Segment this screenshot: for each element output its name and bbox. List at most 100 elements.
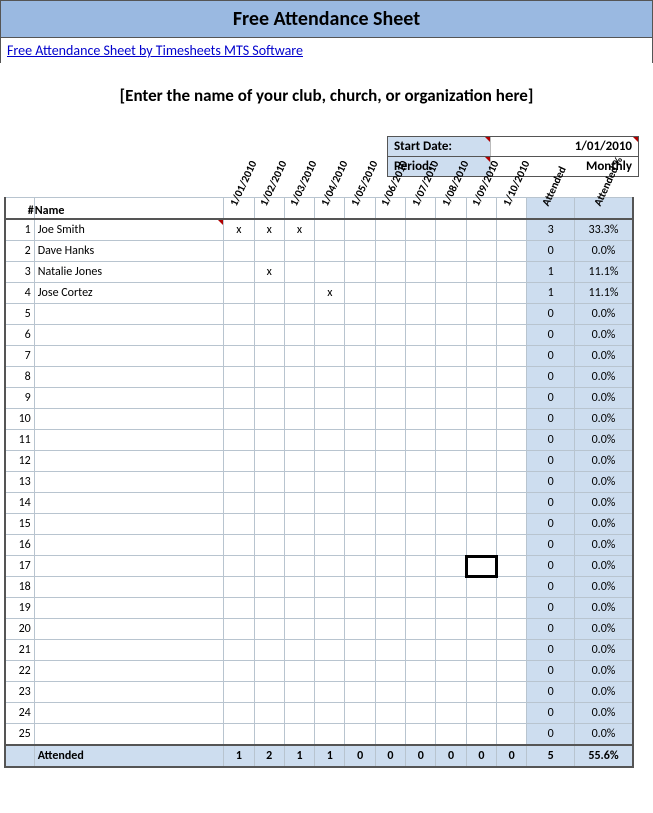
org-name-placeholder[interactable]: [Enter the name of your club, church, or…	[0, 85, 653, 106]
attendance-cell[interactable]	[224, 598, 254, 619]
attendance-cell[interactable]	[466, 283, 496, 304]
attendance-cell[interactable]: x	[315, 283, 345, 304]
attendance-cell[interactable]	[254, 388, 284, 409]
attendance-cell[interactable]	[345, 493, 375, 514]
row-name[interactable]	[34, 682, 223, 703]
attendance-cell[interactable]	[284, 661, 314, 682]
attendance-cell[interactable]	[406, 556, 436, 577]
row-name[interactable]	[34, 619, 223, 640]
attendance-cell[interactable]	[315, 598, 345, 619]
attendance-cell[interactable]	[436, 514, 466, 535]
attendance-cell[interactable]	[406, 682, 436, 703]
attendance-cell[interactable]	[497, 451, 527, 472]
attendance-cell[interactable]	[284, 451, 314, 472]
attendance-cell[interactable]	[315, 556, 345, 577]
attendance-cell[interactable]	[224, 640, 254, 661]
attendance-cell[interactable]	[345, 556, 375, 577]
table-row[interactable]: 900.0%	[5, 388, 633, 409]
attendance-cell[interactable]	[224, 388, 254, 409]
attendance-cell[interactable]	[284, 535, 314, 556]
attendance-cell[interactable]	[224, 619, 254, 640]
attendance-cell[interactable]	[345, 367, 375, 388]
attendance-cell[interactable]	[406, 367, 436, 388]
attendance-cell[interactable]	[436, 640, 466, 661]
attendance-cell[interactable]	[497, 241, 527, 262]
attendance-cell[interactable]	[406, 325, 436, 346]
attendance-cell[interactable]	[406, 241, 436, 262]
attendance-cell[interactable]	[436, 619, 466, 640]
attendance-cell[interactable]	[254, 409, 284, 430]
attendance-cell[interactable]	[284, 430, 314, 451]
attendance-cell[interactable]	[284, 598, 314, 619]
attendance-cell[interactable]	[406, 640, 436, 661]
attendance-cell[interactable]	[436, 388, 466, 409]
attendance-cell[interactable]	[497, 283, 527, 304]
attendance-cell[interactable]	[375, 661, 405, 682]
attendance-cell[interactable]	[466, 640, 496, 661]
table-row[interactable]: 2400.0%	[5, 703, 633, 724]
attendance-cell[interactable]	[284, 346, 314, 367]
attendance-cell[interactable]	[375, 262, 405, 283]
attendance-cell[interactable]	[436, 472, 466, 493]
attendance-cell[interactable]	[497, 556, 527, 577]
row-name[interactable]: Joe Smith	[34, 219, 223, 241]
attendance-cell[interactable]	[284, 640, 314, 661]
attendance-cell[interactable]	[466, 724, 496, 746]
attendance-cell[interactable]	[254, 682, 284, 703]
row-name[interactable]	[34, 388, 223, 409]
attendance-cell[interactable]	[375, 346, 405, 367]
attendance-cell[interactable]	[497, 388, 527, 409]
attendance-cell[interactable]	[497, 598, 527, 619]
software-link[interactable]: Free Attendance Sheet by Timesheets MTS …	[7, 42, 303, 59]
table-row[interactable]: 2Dave Hanks00.0%	[5, 241, 633, 262]
row-name[interactable]	[34, 661, 223, 682]
attendance-cell[interactable]	[466, 430, 496, 451]
table-row[interactable]: 1900.0%	[5, 598, 633, 619]
attendance-cell[interactable]	[436, 451, 466, 472]
attendance-cell[interactable]	[284, 682, 314, 703]
attendance-cell[interactable]	[315, 724, 345, 746]
attendance-cell[interactable]	[315, 451, 345, 472]
attendance-cell[interactable]	[315, 346, 345, 367]
attendance-cell[interactable]	[345, 262, 375, 283]
attendance-cell[interactable]	[466, 598, 496, 619]
row-name[interactable]	[34, 325, 223, 346]
attendance-cell[interactable]	[345, 430, 375, 451]
attendance-cell[interactable]	[436, 535, 466, 556]
attendance-cell[interactable]	[375, 556, 405, 577]
attendance-cell[interactable]	[375, 325, 405, 346]
attendance-cell[interactable]	[345, 514, 375, 535]
attendance-cell[interactable]	[406, 283, 436, 304]
table-row[interactable]: 1Joe Smithxxx333.3%	[5, 219, 633, 241]
attendance-cell[interactable]	[466, 619, 496, 640]
attendance-cell[interactable]: x	[254, 219, 284, 241]
table-row[interactable]: 1700.0%	[5, 556, 633, 577]
row-name[interactable]	[34, 724, 223, 746]
row-name[interactable]	[34, 367, 223, 388]
table-row[interactable]: 1800.0%	[5, 577, 633, 598]
attendance-cell[interactable]	[345, 598, 375, 619]
attendance-cell[interactable]	[497, 535, 527, 556]
attendance-cell[interactable]	[466, 367, 496, 388]
attendance-table[interactable]: # Name 1/01/2010 1/02/2010 1/03/2010 1/0…	[4, 197, 634, 768]
attendance-cell[interactable]	[497, 682, 527, 703]
attendance-cell[interactable]	[497, 661, 527, 682]
row-name[interactable]	[34, 556, 223, 577]
attendance-cell[interactable]	[345, 703, 375, 724]
attendance-cell[interactable]	[284, 409, 314, 430]
attendance-cell[interactable]	[254, 514, 284, 535]
attendance-cell[interactable]	[284, 367, 314, 388]
table-row[interactable]: 2300.0%	[5, 682, 633, 703]
table-row[interactable]: 4Jose Cortezx111.1%	[5, 283, 633, 304]
attendance-cell[interactable]	[436, 724, 466, 746]
attendance-cell[interactable]	[345, 661, 375, 682]
attendance-cell[interactable]	[284, 514, 314, 535]
table-row[interactable]: 800.0%	[5, 367, 633, 388]
attendance-cell[interactable]	[375, 219, 405, 241]
attendance-cell[interactable]	[375, 598, 405, 619]
attendance-cell[interactable]	[315, 661, 345, 682]
attendance-cell[interactable]	[284, 577, 314, 598]
row-name[interactable]	[34, 535, 223, 556]
row-name[interactable]: Dave Hanks	[34, 241, 223, 262]
row-name[interactable]: Natalie Jones	[34, 262, 223, 283]
